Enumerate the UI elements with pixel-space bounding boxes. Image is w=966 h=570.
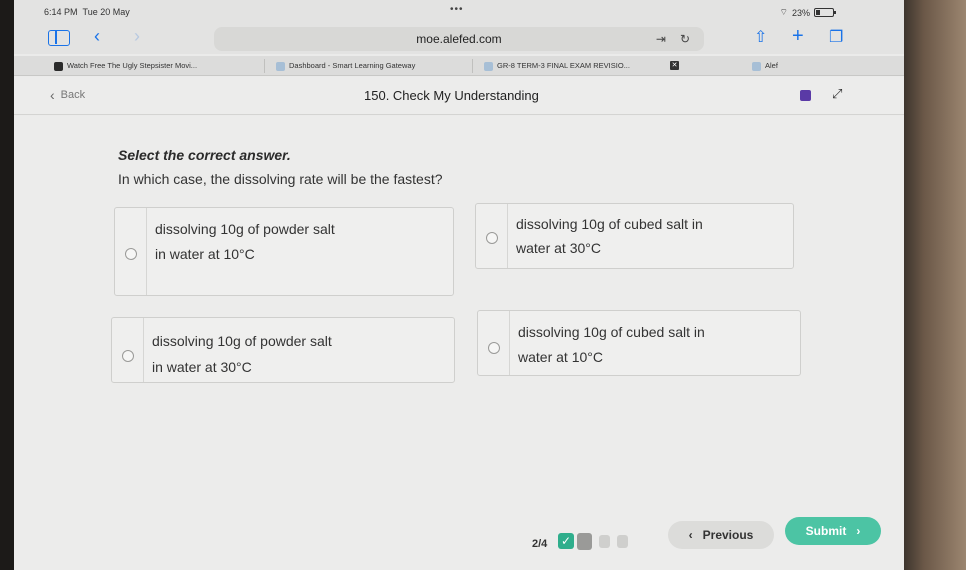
question-text: In which case, the dissolving rate will …: [118, 171, 443, 187]
address-bar[interactable]: moe.alefed.com ⇥ ↻: [214, 27, 704, 51]
option-line-2: in water at 10°C: [155, 246, 255, 262]
reader-icon[interactable]: ⇥: [656, 27, 666, 51]
question-current-indicator[interactable]: [577, 533, 592, 550]
submit-label: Submit: [805, 524, 847, 538]
tab-favicon: [484, 61, 493, 71]
page-title: 150. Check My Understanding: [364, 88, 539, 103]
option-line-1: dissolving 10g of cubed salt in: [516, 216, 703, 232]
tab-close-icon[interactable]: ✕: [670, 61, 679, 70]
answer-option-b[interactable]: dissolving 10g of cubed salt in water at…: [475, 203, 794, 269]
url-actions: ⇥ ↻: [656, 27, 690, 51]
tab-divider: [264, 59, 265, 73]
answer-option-c[interactable]: dissolving 10g of powder salt in water a…: [111, 317, 455, 383]
option-line-1: dissolving 10g of powder salt: [155, 221, 335, 237]
tab-exam-revision[interactable]: GR-8 TERM-3 FINAL EXAM REVISIO...: [484, 56, 630, 76]
browser-tabs: Watch Free The Ugly Stepsister Movi... D…: [14, 56, 904, 76]
option-line-1: dissolving 10g of powder salt: [152, 333, 332, 349]
radio-column: [115, 208, 147, 295]
question-pending-indicator[interactable]: [617, 535, 628, 548]
radio-button[interactable]: [125, 248, 137, 260]
status-right: ⌔ 23%: [779, 7, 836, 18]
forward-nav-icon[interactable]: ›: [134, 26, 140, 47]
tab-dashboard[interactable]: Dashboard - Smart Learning Gateway: [276, 56, 415, 76]
share-icon[interactable]: ⇧: [754, 27, 767, 47]
tab-label: Alef: [765, 61, 778, 70]
battery-icon: [814, 8, 836, 17]
reload-icon[interactable]: ↻: [680, 27, 690, 51]
option-line-2: in water at 30°C: [152, 359, 252, 375]
chevron-right-icon: ›: [856, 524, 861, 538]
battery-percent: 23%: [791, 7, 810, 18]
answer-option-a[interactable]: dissolving 10g of powder salt in water a…: [114, 207, 454, 296]
url-text: moe.alefed.com: [416, 32, 502, 46]
radio-column: [478, 311, 510, 375]
back-button[interactable]: ‹ Back: [50, 86, 86, 103]
expand-icon[interactable]: ⤢: [832, 86, 842, 102]
radio-column: [112, 318, 144, 382]
device-bezel: [896, 0, 966, 570]
question-area: Select the correct answer. In which case…: [14, 116, 904, 570]
option-line-2: water at 10°C: [518, 349, 603, 365]
radio-button[interactable]: [488, 342, 500, 354]
radio-button[interactable]: [122, 350, 134, 362]
tab-favicon: [276, 61, 285, 71]
tabs-icon[interactable]: ❐: [829, 27, 843, 47]
question-done-check-icon[interactable]: ✓: [558, 533, 574, 549]
tab-divider: [472, 59, 473, 73]
status-bar: 6:14 PM Tue 20 May ••• ⌔ 23%: [14, 0, 904, 24]
chevron-left-icon: ‹: [50, 86, 55, 103]
calculator-icon[interactable]: [800, 90, 811, 101]
progress-count: 2/4: [532, 538, 548, 550]
tab-label: Watch Free The Ugly Stepsister Movi...: [67, 61, 198, 70]
previous-button[interactable]: ‹ Previous: [668, 521, 774, 549]
status-time: 6:14 PM Tue 20 May: [44, 7, 130, 17]
answer-option-d[interactable]: dissolving 10g of cubed salt in water at…: [477, 310, 801, 376]
instruction-text: Select the correct answer.: [118, 147, 291, 163]
previous-label: Previous: [702, 528, 754, 542]
ipad-screen: 6:14 PM Tue 20 May ••• ⌔ 23% ‹ › ☰ moe.a…: [14, 0, 904, 570]
multitask-dots[interactable]: •••: [450, 4, 464, 15]
page-header: ‹ Back 150. Check My Understanding ⤢: [14, 77, 904, 115]
chevron-left-icon: ‹: [688, 528, 693, 542]
submit-button[interactable]: Submit ›: [785, 517, 881, 545]
radio-button[interactable]: [486, 232, 498, 244]
tab-alef[interactable]: Alef: [752, 56, 778, 76]
wifi-icon: ⌔: [779, 7, 788, 17]
tab-movie[interactable]: Watch Free The Ugly Stepsister Movi...: [54, 56, 197, 76]
back-nav-icon[interactable]: ‹: [94, 26, 100, 47]
sidebar-toggle-icon[interactable]: [48, 30, 70, 46]
back-label: Back: [60, 89, 86, 101]
new-tab-icon[interactable]: +: [792, 25, 804, 48]
radio-column: [476, 204, 508, 268]
tab-favicon: [752, 61, 761, 71]
tab-label: Dashboard - Smart Learning Gateway: [289, 61, 416, 70]
browser-toolbar: ‹ › ☰ moe.alefed.com ⇥ ↻ ⇧ + ❐: [14, 24, 904, 54]
question-pending-indicator[interactable]: [599, 535, 610, 548]
option-line-2: water at 30°C: [516, 240, 601, 256]
option-line-1: dissolving 10g of cubed salt in: [518, 324, 705, 340]
tab-favicon: [54, 61, 63, 71]
tab-label: GR-8 TERM-3 FINAL EXAM REVISIO...: [497, 61, 630, 70]
